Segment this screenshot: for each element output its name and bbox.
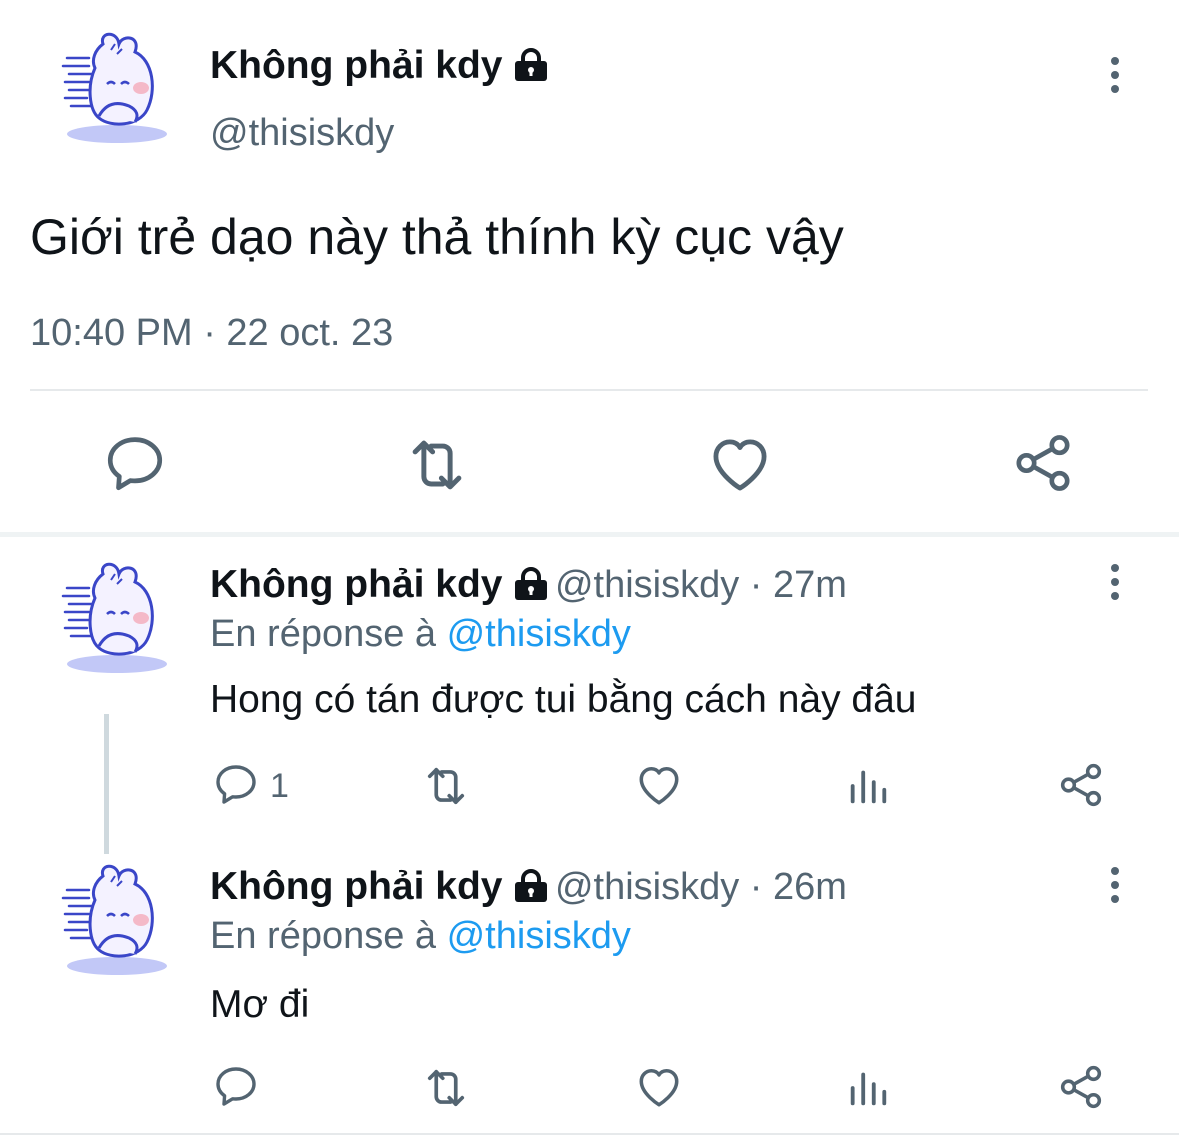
reply-prefix: En réponse à [210,613,447,655]
handle[interactable]: @thisiskdy [210,112,394,155]
share-icon[interactable] [1010,430,1076,496]
reply-time[interactable]: 27m [773,564,847,606]
reply-context: En réponse à @thisiskdy [210,915,631,958]
avatar[interactable] [55,862,175,982]
lock-icon [511,567,551,606]
more-options-icon[interactable] [1100,562,1140,622]
lock-icon [511,869,551,908]
reply-count: 1 [270,767,289,805]
divider [0,1133,1179,1135]
reply-text: Mơ đi [210,983,310,1026]
display-name-text: Không phải kdy [210,44,503,87]
reply-text: Hong có tán được tui bằng cách này đâu [210,678,917,721]
display-name[interactable]: Không phải kdy [210,563,503,606]
handle[interactable]: @thisiskdy [555,866,739,908]
share-icon[interactable] [1056,1062,1106,1112]
lock-icon [511,48,551,92]
reply-time[interactable]: 26m [773,866,847,908]
reply-icon[interactable] [212,760,260,808]
thread-line [104,714,109,854]
like-icon[interactable] [634,1062,684,1112]
reply-prefix: En réponse à [210,915,447,957]
mention-link[interactable]: @thisiskdy [447,613,631,655]
display-name[interactable]: Không phải kdy [210,44,551,92]
views-icon[interactable] [845,763,891,809]
section-divider [0,532,1179,537]
separator: · [739,866,774,908]
like-icon[interactable] [706,430,774,498]
reply-icon[interactable] [102,430,168,496]
tweet-timestamp[interactable]: 10:40 PM · 22 oct. 23 [30,312,393,355]
handle[interactable]: @thisiskdy [555,564,739,606]
more-options-icon[interactable] [1100,55,1140,115]
reply-icon[interactable] [212,1062,260,1110]
tweet-text: Giới trẻ dạo này thả thính kỳ cục vậy [30,209,844,265]
avatar[interactable] [55,30,175,150]
like-icon[interactable] [634,760,684,810]
retweet-icon[interactable] [420,1062,472,1114]
reply-header: Không phải kdy @thisiskdy · 26m [210,865,847,909]
retweet-icon[interactable] [402,430,472,500]
views-icon[interactable] [845,1065,891,1111]
more-options-icon[interactable] [1100,865,1140,925]
retweet-icon[interactable] [420,760,472,812]
display-name[interactable]: Không phải kdy [210,865,503,908]
separator: · [739,564,774,606]
reply-context: En réponse à @thisiskdy [210,613,631,656]
avatar[interactable] [55,560,175,680]
mention-link[interactable]: @thisiskdy [447,915,631,957]
divider [30,389,1148,391]
reply-header: Không phải kdy @thisiskdy · 27m [210,563,847,607]
share-icon[interactable] [1056,760,1106,810]
